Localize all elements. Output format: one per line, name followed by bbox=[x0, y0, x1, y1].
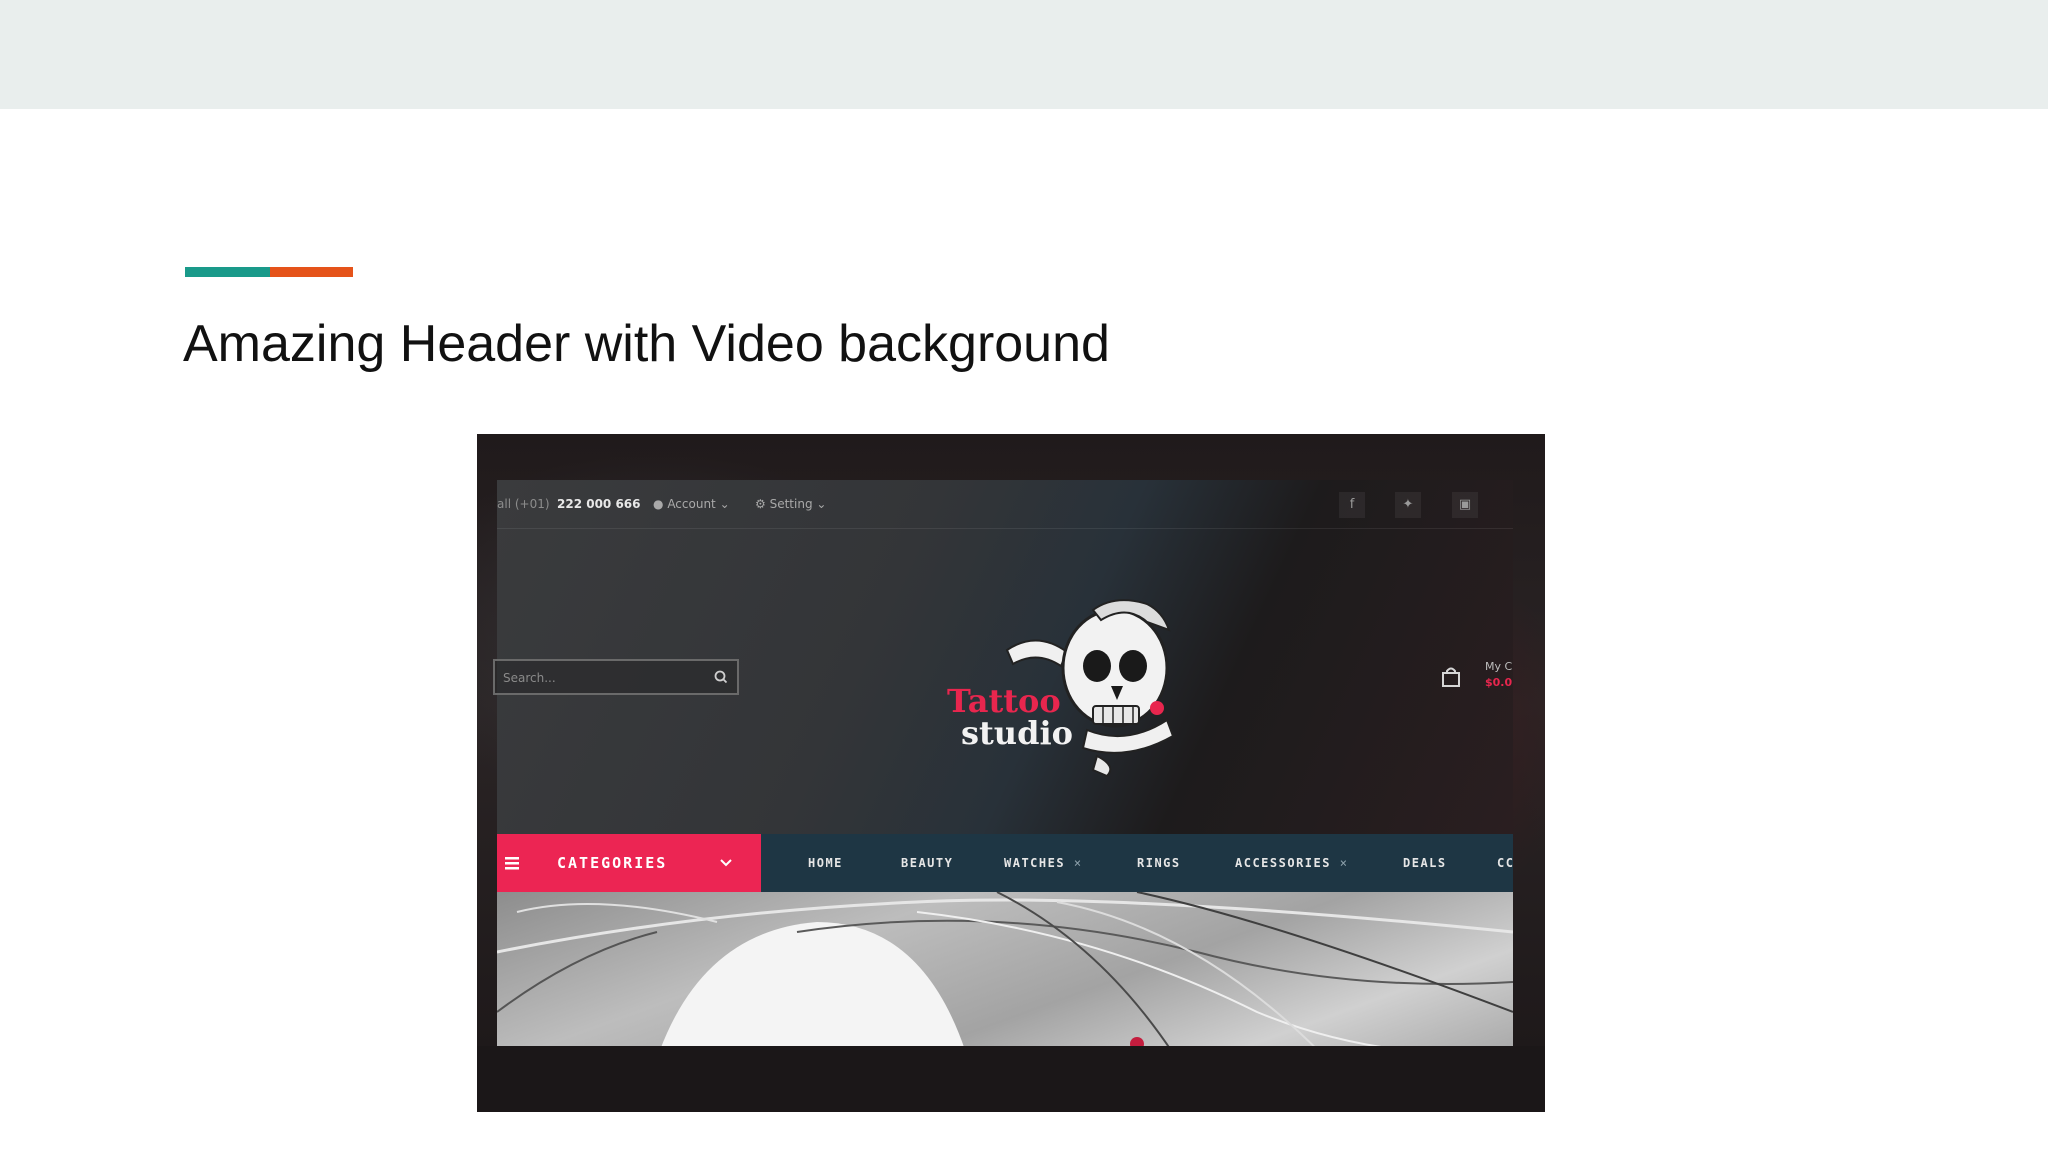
nav-item-label: RINGS bbox=[1137, 856, 1181, 870]
setting-menu[interactable]: ⚙ Setting ⌄ bbox=[755, 497, 826, 511]
nav-item-label: ACCESSORIES bbox=[1235, 856, 1331, 870]
chevron-down-icon: ⌄ bbox=[719, 497, 730, 511]
site-logo[interactable]: Tattoo studio bbox=[947, 590, 1207, 790]
cart-label[interactable]: My C bbox=[1485, 660, 1512, 673]
twitter-icon[interactable]: ✦ bbox=[1395, 492, 1421, 518]
nav-item-home[interactable]: HOME bbox=[808, 856, 843, 870]
search-input[interactable] bbox=[501, 667, 705, 689]
slide-title: Amazing Header with Video background bbox=[183, 315, 1110, 373]
nav-item-deals[interactable]: DEALS bbox=[1403, 856, 1447, 870]
account-label: Account bbox=[667, 497, 716, 511]
search-box bbox=[493, 659, 739, 695]
setting-label: Setting bbox=[769, 497, 813, 511]
hamburger-icon bbox=[505, 857, 519, 870]
nav-item-rings[interactable]: RINGS bbox=[1137, 856, 1181, 870]
categories-label: CATEGORIES bbox=[557, 854, 668, 872]
top-info-bar: all (+01) 222 000 666 ● Account ⌄ ⚙ Sett… bbox=[497, 480, 1513, 529]
facebook-icon[interactable]: f bbox=[1339, 492, 1365, 518]
slide: Amazing Header with Video background all… bbox=[0, 0, 2048, 1152]
nav-item-label: DEALS bbox=[1403, 856, 1447, 870]
cart-total: $0.0 bbox=[1485, 676, 1513, 689]
website-screenshot: all (+01) 222 000 666 ● Account ⌄ ⚙ Sett… bbox=[477, 434, 1545, 1112]
site-header: all (+01) 222 000 666 ● Account ⌄ ⚙ Sett… bbox=[493, 480, 1513, 834]
top-band bbox=[0, 0, 2048, 109]
categories-button[interactable]: CATEGORIES bbox=[497, 834, 761, 892]
nav-item-more[interactable]: CC bbox=[1497, 856, 1514, 870]
video-bottom-strip bbox=[477, 1046, 1545, 1112]
nav-item-watches[interactable]: WATCHES × bbox=[1004, 856, 1083, 870]
gear-icon: ⚙ bbox=[755, 497, 766, 511]
dropdown-x-icon: × bbox=[1073, 856, 1083, 870]
user-icon: ● bbox=[653, 497, 664, 511]
nav-item-label: HOME bbox=[808, 856, 843, 870]
phone-number: 222 000 666 bbox=[557, 497, 641, 511]
accent-bar bbox=[185, 267, 353, 277]
main-nav: CATEGORIES HOME BEAUTY WATCHES × RINGS A… bbox=[497, 834, 1513, 892]
chevron-down-icon: ⌄ bbox=[816, 497, 827, 511]
accent-bar-teal bbox=[185, 267, 270, 277]
nav-item-accessories[interactable]: ACCESSORIES × bbox=[1235, 856, 1348, 870]
website-frame: all (+01) 222 000 666 ● Account ⌄ ⚙ Sett… bbox=[493, 480, 1513, 1092]
nav-item-label: BEAUTY bbox=[901, 856, 954, 870]
account-menu[interactable]: ● Account ⌄ bbox=[653, 497, 730, 511]
logo-text-studio: studio bbox=[961, 714, 1073, 752]
search-icon[interactable] bbox=[713, 669, 729, 685]
nav-item-label: WATCHES bbox=[1004, 856, 1066, 870]
dropdown-x-icon: × bbox=[1339, 856, 1349, 870]
instagram-icon[interactable]: ▣ bbox=[1452, 492, 1478, 518]
nav-item-beauty[interactable]: BEAUTY bbox=[901, 856, 953, 870]
shopping-bag-icon[interactable] bbox=[1440, 666, 1462, 688]
phone-label: all (+01) bbox=[497, 497, 550, 511]
nav-item-label: CC bbox=[1497, 856, 1515, 870]
chevron-down-icon bbox=[720, 859, 732, 867]
accent-bar-orange bbox=[270, 267, 353, 277]
